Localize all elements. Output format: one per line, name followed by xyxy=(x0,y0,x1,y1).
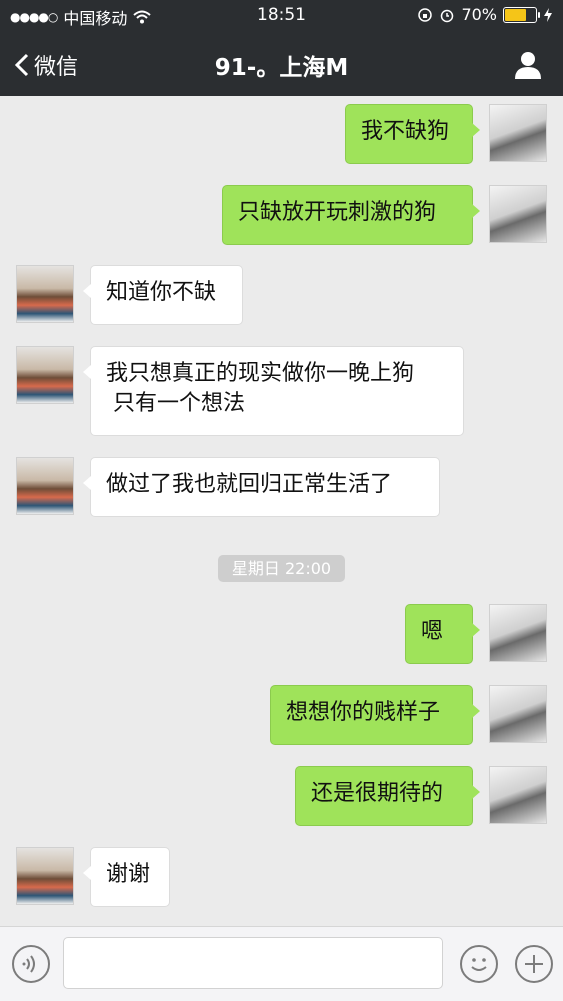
person-icon[interactable] xyxy=(513,50,543,80)
message-bubble[interactable]: 我不缺狗 xyxy=(345,104,480,164)
plus-icon xyxy=(525,955,543,973)
message-bubble[interactable]: 谢谢 xyxy=(83,847,170,907)
battery-icon xyxy=(503,6,540,23)
message-bubble[interactable]: 还是很期待的 xyxy=(295,766,480,826)
contact-avatar[interactable] xyxy=(16,847,74,905)
message-row: 还是很期待的 xyxy=(0,766,563,828)
my-avatar[interactable] xyxy=(489,104,547,162)
input-bar xyxy=(0,926,563,1001)
message-bubble[interactable]: 想想你的贱样子 xyxy=(270,685,480,745)
contact-avatar[interactable] xyxy=(16,346,74,404)
voice-input-icon xyxy=(22,955,35,973)
alarm-icon xyxy=(441,9,454,22)
my-avatar[interactable] xyxy=(489,766,547,824)
contact-avatar[interactable] xyxy=(16,457,74,515)
charging-icon xyxy=(544,7,552,22)
battery-percent: 70% xyxy=(461,5,497,24)
message-bubble[interactable]: 做过了我也就回归正常生活了 xyxy=(83,457,440,517)
message-bubble[interactable]: 嗯 xyxy=(405,604,480,664)
my-avatar[interactable] xyxy=(489,685,547,743)
contact-avatar[interactable] xyxy=(16,265,74,323)
chat-title: 91-。上海M xyxy=(214,55,349,81)
voice-input-button[interactable] xyxy=(12,945,50,983)
message-row: 知道你不缺 xyxy=(0,265,563,327)
message-row: 我不缺狗 xyxy=(0,104,563,166)
emoji-icon xyxy=(471,958,487,971)
message-bubble[interactable]: 只缺放开玩刺激的狗 xyxy=(222,185,480,245)
my-avatar[interactable] xyxy=(489,185,547,243)
message-input[interactable] xyxy=(63,937,443,989)
message-bubble[interactable]: 我只想真正的现实做你一晚上狗 只有一个想法 xyxy=(83,346,464,436)
message-bubble[interactable]: 知道你不缺 xyxy=(83,265,243,325)
emoji-button[interactable] xyxy=(460,945,498,983)
navigation-bar: 微信 91-。上海M xyxy=(0,32,563,96)
rotation-lock-icon xyxy=(418,7,433,22)
message-row: 我只想真正的现实做你一晚上狗 只有一个想法 xyxy=(0,346,563,438)
timestamp-label: 星期日 22:00 xyxy=(218,555,345,582)
message-row: 做过了我也就回归正常生活了 xyxy=(0,457,563,519)
message-row: 想想你的贱样子 xyxy=(0,685,563,747)
status-bar: ●●●●○ 中国移动 18:51 70% xyxy=(0,0,563,32)
my-avatar[interactable] xyxy=(489,604,547,662)
more-button[interactable] xyxy=(515,945,553,983)
message-row: 只缺放开玩刺激的狗 xyxy=(0,185,563,247)
message-row: 谢谢 xyxy=(0,847,563,909)
message-row: 嗯 xyxy=(0,604,563,666)
top-bar: ●●●●○ 中国移动 18:51 70% 微信 91-。上海M xyxy=(0,0,563,96)
